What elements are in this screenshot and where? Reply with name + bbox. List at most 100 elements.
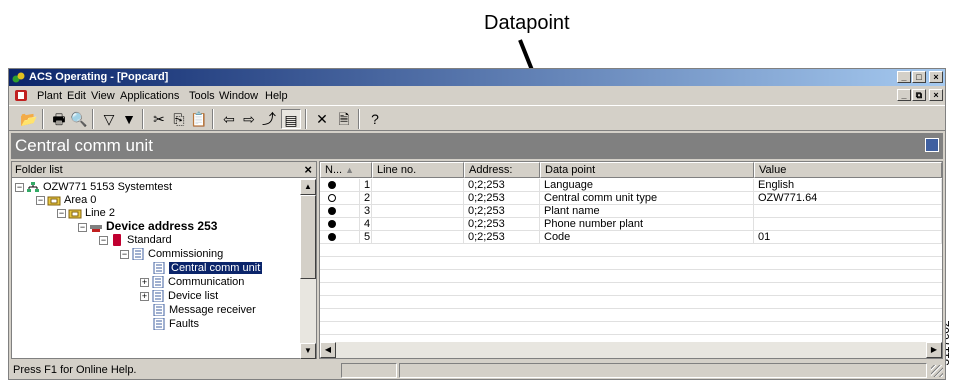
row-value[interactable]: English — [754, 179, 942, 192]
collapse-icon[interactable]: − — [99, 235, 108, 245]
table-horizontal-scrollbar[interactable]: ◀ ▶ — [320, 342, 942, 358]
scroll-left-icon[interactable]: ◀ — [320, 342, 336, 358]
tree-item-plant[interactable]: − OZW771 5153 Systemtest — [15, 181, 172, 194]
collapse-icon[interactable]: − — [78, 222, 87, 232]
toolbar-separator — [305, 109, 307, 129]
row-address: 0;2;253 — [464, 231, 540, 244]
table-row — [320, 309, 942, 322]
menu-edit[interactable]: Edit — [67, 90, 86, 102]
menu-help-label: Help — [265, 90, 288, 102]
status-marker — [320, 218, 360, 231]
close-button[interactable]: × — [929, 71, 943, 83]
table-row[interactable]: 1 0;2;253 Language English — [320, 179, 942, 192]
mdi-minimize-button[interactable]: _ — [897, 89, 911, 101]
scroll-down-icon[interactable]: ▼ — [300, 343, 316, 359]
tree-item-area[interactable]: − Area 0 — [36, 194, 96, 207]
page-icon — [152, 276, 164, 289]
menu-view[interactable]: View — [91, 90, 115, 102]
row-value[interactable] — [754, 218, 942, 231]
mdi-close-button[interactable]: × — [929, 89, 943, 101]
table-row — [320, 296, 942, 309]
datapoint-table: N... ▲ Line no. Address: Data point Value… — [319, 161, 943, 359]
scroll-up-icon[interactable]: ▲ — [300, 179, 316, 195]
row-value[interactable]: OZW771.64 — [754, 192, 942, 205]
copy-icon[interactable]: ⎘ — [169, 109, 189, 129]
mdi-restore-button[interactable]: ⧉ — [912, 89, 926, 101]
collapse-icon[interactable]: − — [15, 182, 24, 192]
row-value[interactable] — [754, 205, 942, 218]
status-bar: Press F1 for Online Help. — [9, 361, 945, 379]
column-header-line-no[interactable]: Line no. — [372, 162, 464, 178]
scroll-right-icon[interactable]: ▶ — [926, 342, 942, 358]
menu-tools-label: Tools — [189, 90, 215, 102]
tree-vertical-scrollbar[interactable]: ▲ ▼ — [300, 179, 316, 359]
delete-icon[interactable]: ✕ — [312, 109, 332, 129]
paste-icon[interactable]: 📋 — [189, 109, 209, 129]
book-icon — [113, 234, 121, 247]
resize-grip[interactable] — [931, 365, 943, 377]
table-row[interactable]: 5 0;2;253 Code 01 — [320, 231, 942, 244]
menu-tools[interactable]: Tools — [189, 90, 215, 102]
document-icon[interactable] — [13, 88, 29, 103]
tree-item-standard[interactable]: − Standard — [99, 234, 172, 247]
save-view-icon[interactable] — [925, 138, 939, 152]
tree-item-message-receiver[interactable]: Message receiver — [152, 304, 256, 317]
tree-item-central-comm-unit[interactable]: Central comm unit — [152, 262, 263, 275]
expand-icon[interactable]: + — [140, 291, 149, 301]
properties-icon[interactable]: 🗎 — [334, 109, 354, 129]
row-line-no — [372, 205, 464, 218]
tree-item-device-list[interactable]: + Device list — [140, 290, 218, 303]
folder-list-title: Folder list — [15, 164, 63, 176]
row-line-no — [372, 179, 464, 192]
menu-applications[interactable]: Applications — [120, 90, 179, 102]
menu-window[interactable]: Window — [219, 90, 258, 102]
row-address: 0;2;253 — [464, 205, 540, 218]
tree-item-faults[interactable]: Faults — [152, 318, 199, 331]
scroll-thumb[interactable] — [300, 195, 316, 279]
menu-bar: Plant Edit View Applications Tools Windo… — [9, 86, 945, 105]
tree-item-label: Device list — [168, 290, 219, 302]
toolbar-separator — [212, 109, 214, 129]
tree-item-label: Device address 253 — [106, 219, 218, 233]
collapse-icon[interactable]: − — [36, 195, 45, 205]
up-folder-icon[interactable]: ⤴ — [259, 109, 279, 129]
back-arrow-icon[interactable]: ⇦ — [219, 109, 239, 129]
tree-item-communication[interactable]: + Communication — [140, 276, 244, 289]
tree-item-device[interactable]: − Device address 253 — [78, 220, 217, 233]
column-header-value[interactable]: Value — [754, 162, 942, 178]
tree-item-label: Central comm unit — [169, 262, 263, 274]
menu-plant[interactable]: Plant — [37, 90, 62, 102]
table-row[interactable]: 4 0;2;253 Phone number plant — [320, 218, 942, 231]
table-row[interactable]: 3 0;2;253 Plant name — [320, 205, 942, 218]
table-row[interactable]: 2 0;2;253 Central comm unit type OZW771.… — [320, 192, 942, 205]
menu-help[interactable]: Help — [265, 90, 288, 102]
column-header-address[interactable]: Address: — [464, 162, 540, 178]
menu-edit-label: Edit — [67, 90, 86, 102]
row-value[interactable]: 01 — [754, 231, 942, 244]
filter-set-icon[interactable]: ▼ — [119, 109, 139, 129]
sort-ascending-icon: ▲ — [345, 165, 355, 175]
print-preview-icon[interactable]: 🔍 — [69, 109, 89, 129]
minimize-button[interactable]: _ — [897, 71, 911, 83]
datapoint-status-dot — [328, 220, 336, 228]
collapse-icon[interactable]: − — [120, 249, 129, 259]
open-folder-icon[interactable]: 📂 — [19, 109, 39, 129]
details-view-icon[interactable]: ▤ — [281, 109, 301, 129]
tree-item-label: Faults — [169, 318, 199, 330]
column-header-no[interactable]: N... ▲ — [320, 162, 372, 178]
collapse-icon[interactable]: − — [57, 208, 66, 218]
maximize-button[interactable]: □ — [912, 71, 926, 83]
expand-icon[interactable]: + — [140, 277, 149, 287]
cut-icon[interactable]: ✂ — [149, 109, 169, 129]
close-icon[interactable]: × — [304, 162, 312, 177]
toolbar-separator — [42, 109, 44, 129]
tree-item-commissioning[interactable]: − Commissioning — [120, 248, 223, 261]
filter-icon[interactable]: ▽ — [99, 109, 119, 129]
folder-list-header: Folder list × — [12, 162, 316, 178]
print-icon[interactable]: 🖶 — [49, 109, 69, 129]
help-icon[interactable]: ? — [365, 109, 385, 129]
column-header-data-point[interactable]: Data point — [540, 162, 754, 178]
title-bar[interactable]: ACS Operating - [Popcard] _ □ × — [9, 69, 945, 86]
datapoint-status-dot — [328, 207, 336, 215]
forward-arrow-icon[interactable]: ⇨ — [239, 109, 259, 129]
